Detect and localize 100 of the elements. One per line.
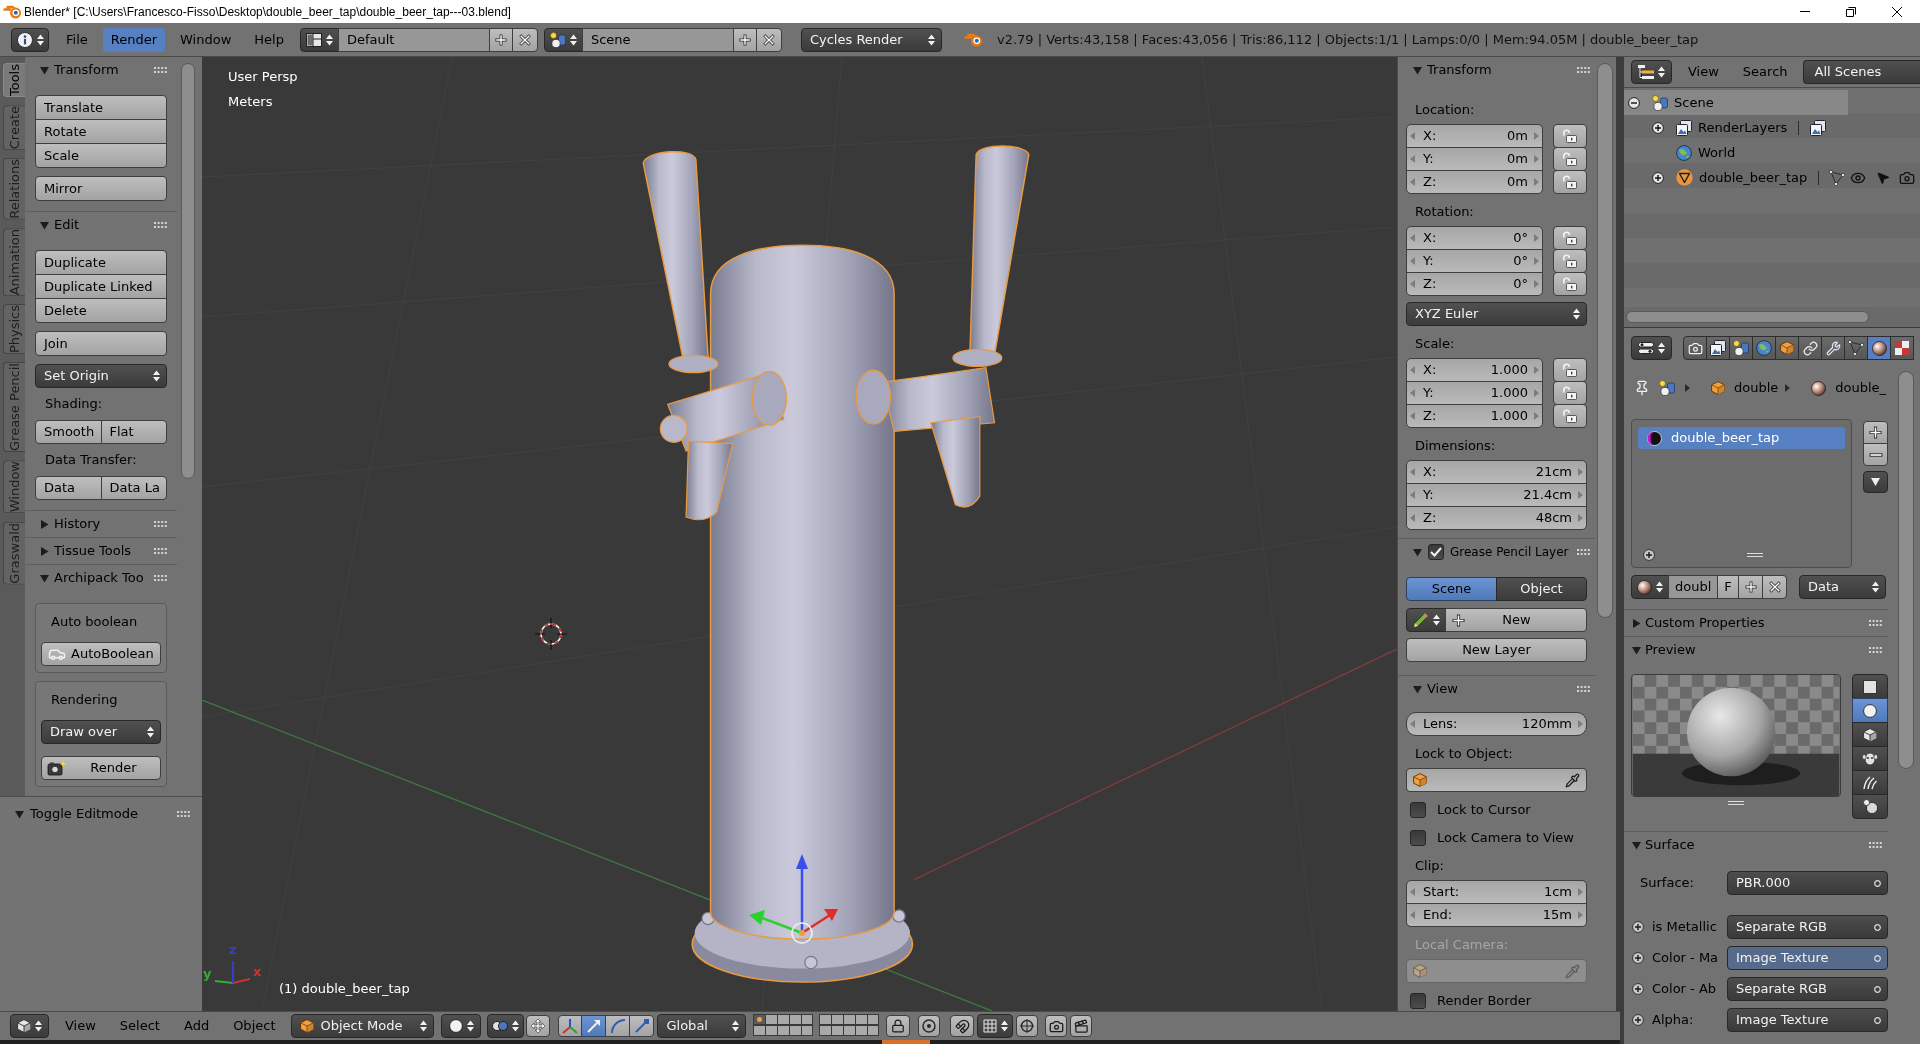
screen-layout-field[interactable]: Default (337, 27, 490, 52)
snap-toggle[interactable] (950, 1015, 975, 1037)
menu-item[interactable]: Select (111, 1015, 168, 1037)
layer-toggle[interactable] (765, 1014, 779, 1025)
node-link-dropdown[interactable]: Image Texture (1727, 946, 1888, 970)
remove-button[interactable] (511, 27, 538, 52)
orientation-dropdown[interactable]: Global (657, 1014, 747, 1038)
layer-toggle[interactable] (843, 1025, 856, 1036)
menu-item[interactable]: Help (246, 27, 292, 52)
tool-button[interactable]: Join (35, 331, 167, 356)
autoboolean-button[interactable]: AutoBoolean (41, 642, 161, 666)
preview-shape-button[interactable] (1852, 674, 1888, 699)
transform-manipulator-toggle[interactable] (558, 1015, 583, 1037)
pencil-dropdown[interactable] (1406, 608, 1446, 632)
plus-circle-icon[interactable] (1632, 983, 1644, 995)
checkbox-label[interactable]: Lock Camera to View (1437, 827, 1574, 848)
number-field[interactable]: X: 1.000 (1406, 358, 1543, 382)
properties-tab[interactable] (1890, 336, 1914, 360)
menu-item[interactable]: Add (175, 1015, 218, 1037)
unlink-material-button[interactable] (1762, 575, 1787, 599)
node-link-dropdown[interactable]: PBR.000 (1727, 871, 1888, 895)
tool-tab[interactable]: Tools (3, 63, 25, 98)
menu-item[interactable]: Window (172, 27, 240, 52)
tool-button[interactable]: Duplicate (35, 250, 167, 275)
disclosure-triangle-icon[interactable] (40, 220, 49, 230)
panel-title[interactable]: Transform (54, 60, 119, 80)
slot-specials-button[interactable] (1863, 471, 1888, 493)
drag-handle-icon[interactable] (177, 811, 190, 817)
number-field[interactable]: Y: 21.4cm (1406, 483, 1587, 507)
panel-title[interactable]: History (54, 514, 101, 534)
transform-tool-toggle[interactable] (581, 1015, 607, 1037)
number-field[interactable]: Lens: 120mm (1406, 712, 1587, 736)
drag-handle-icon[interactable] (1577, 549, 1590, 555)
disclosure-triangle-icon[interactable] (15, 809, 24, 819)
remove-button[interactable] (755, 27, 782, 52)
disclosure-triangle-icon[interactable] (1413, 684, 1422, 694)
editor-type-dropdown[interactable] (11, 27, 49, 52)
eyedropper-icon[interactable] (1565, 772, 1580, 788)
remove-slot-button[interactable] (1863, 443, 1888, 466)
drag-handle-icon[interactable] (154, 67, 167, 73)
tool-button[interactable]: Data (35, 476, 102, 500)
manipulator-toggle[interactable] (526, 1015, 551, 1037)
layer-toggle[interactable] (819, 1014, 833, 1025)
preview-shape-button[interactable] (1852, 770, 1888, 795)
properties-tab[interactable] (1729, 336, 1753, 360)
panel-title[interactable]: Grease Pencil Layer (1450, 543, 1569, 561)
menu-item[interactable]: View (1680, 60, 1727, 84)
layer-toggle[interactable] (788, 1014, 802, 1025)
preview-shape-button[interactable] (1852, 746, 1888, 771)
layer-toggle[interactable] (819, 1025, 833, 1036)
dropdown-menu[interactable]: Set Origin (35, 364, 167, 388)
number-field[interactable]: Start: 1cm (1406, 880, 1587, 904)
plus-circle-icon[interactable] (1632, 952, 1644, 964)
properties-tab[interactable] (1706, 336, 1730, 360)
editor-type-dropdown[interactable] (1631, 336, 1672, 360)
properties-tab[interactable] (1752, 336, 1776, 360)
plus-circle-icon[interactable] (1643, 549, 1655, 561)
editor-type-dropdown[interactable] (10, 1014, 49, 1038)
layer-toggle[interactable] (753, 1025, 767, 1036)
layer-toggle[interactable] (777, 1014, 790, 1025)
node-link-dropdown[interactable]: Separate RGB (1727, 977, 1888, 1001)
menu-item[interactable]: Render (102, 27, 166, 52)
render-button[interactable]: Render (41, 756, 161, 780)
checkbox[interactable] (1410, 829, 1426, 846)
proportional-edit-toggle[interactable] (918, 1015, 941, 1037)
plus-circle-icon[interactable] (1652, 171, 1664, 184)
number-field[interactable]: Z: 48cm (1406, 506, 1587, 530)
tool-button[interactable]: Duplicate Linked (35, 274, 167, 299)
panel-title[interactable]: Surface (1645, 835, 1695, 855)
segment-toggle[interactable]: Scene (1406, 577, 1497, 601)
outliner-item[interactable]: double_beer_tap (1624, 165, 1848, 190)
lock-toggle[interactable] (1553, 147, 1587, 171)
plus-circle-icon[interactable] (1632, 1014, 1644, 1026)
link-dropdown[interactable]: Data (1799, 575, 1886, 599)
drag-handle-icon[interactable] (154, 521, 167, 527)
preview-shape-button[interactable] (1852, 722, 1888, 747)
transform-tool-toggle[interactable] (629, 1015, 655, 1037)
snap-target-toggle[interactable] (1016, 1015, 1039, 1037)
layer-toggle[interactable] (765, 1025, 779, 1036)
number-field[interactable]: X: 0° (1406, 226, 1543, 250)
number-field[interactable]: X: 21cm (1406, 460, 1587, 484)
panel-title[interactable]: View (1427, 679, 1458, 699)
checkbox[interactable] (1410, 801, 1426, 818)
drag-handle-icon[interactable] (1869, 842, 1882, 848)
render-preview-button[interactable] (1045, 1015, 1068, 1037)
number-field[interactable]: Y: 0m (1406, 147, 1543, 171)
pin-icon[interactable] (1634, 380, 1650, 396)
material-browse-dropdown[interactable] (1631, 575, 1669, 599)
panel-title[interactable]: Toggle Editmode (30, 804, 138, 824)
cursor-arrow-icon[interactable] (1876, 170, 1890, 185)
tool-button[interactable]: Delete (35, 298, 167, 323)
checkbox[interactable] (1410, 992, 1426, 1009)
tool-button[interactable]: Rotate (35, 119, 167, 144)
plus-circle-icon[interactable] (1652, 121, 1664, 134)
layer-toggle[interactable] (854, 1014, 868, 1025)
properties-tab[interactable] (1775, 336, 1799, 360)
browse-dropdown[interactable] (543, 27, 583, 52)
transform-tool-toggle[interactable] (605, 1015, 631, 1037)
new-layer-button[interactable]: New Layer (1406, 638, 1587, 662)
drag-handle-icon[interactable] (154, 222, 167, 228)
